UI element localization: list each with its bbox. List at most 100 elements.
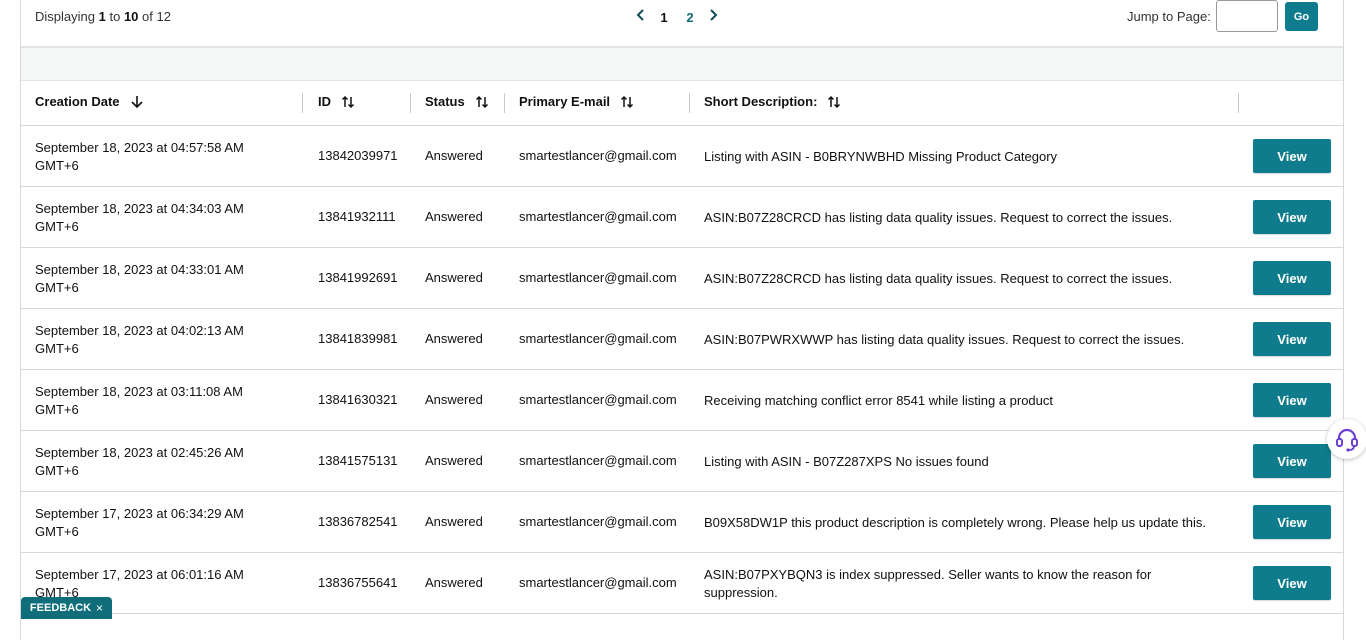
primary-email: smartestlancer@gmail.com [519,575,677,590]
page-nav: 1 2 [631,8,723,26]
page-2-link[interactable]: 2 [677,10,703,25]
primary-email: smartestlancer@gmail.com [519,453,677,468]
view-button[interactable]: View [1253,383,1331,417]
table-row: September 17, 2023 at 06:34:29 AM GMT+6 1… [21,492,1343,553]
sort-updown-icon [828,95,841,108]
creation-date-cell: September 17, 2023 at 06:34:29 AM GMT+6 [35,505,275,541]
column-separator [302,93,303,113]
primary-email: smartestlancer@gmail.com [519,392,677,407]
timezone: GMT+6 [35,341,79,356]
chevron-right-icon[interactable] [703,8,723,26]
table-row: September 18, 2023 at 02:45:26 AM GMT+6 1… [21,431,1343,492]
table-row: September 18, 2023 at 04:33:01 AM GMT+6 1… [21,248,1343,309]
displaying-to: 10 [123,9,139,24]
table-header: Creation Date ID Status Primary E-mail S… [21,81,1343,126]
displaying-total: 12 [156,9,171,24]
timezone: GMT+6 [35,524,79,539]
timezone: GMT+6 [35,463,79,478]
creation-date-cell: September 18, 2023 at 03:11:08 AM GMT+6 [35,383,275,419]
view-button[interactable]: View [1253,322,1331,356]
view-button[interactable]: View [1253,566,1331,600]
support-chat-button[interactable] [1327,419,1366,459]
case-status: Answered [425,209,483,224]
jump-to-page-label: Jump to Page: [1127,9,1211,24]
primary-email: smartestlancer@gmail.com [519,209,677,224]
primary-email: smartestlancer@gmail.com [519,270,677,285]
column-separator [504,93,505,113]
case-id: 13841932111 [318,209,396,224]
table-row: September 18, 2023 at 04:34:03 AM GMT+6 1… [21,187,1343,248]
sort-updown-icon [621,95,634,108]
displaying-prefix: Displaying [35,9,95,24]
short-description: ASIN:B07PWRXWWP has listing data quality… [704,332,1185,347]
creation-date: September 18, 2023 at 04:33:01 AM [35,262,244,277]
page-1-link[interactable]: 1 [651,10,677,25]
case-id: 13836755641 [318,575,398,590]
column-status[interactable]: Status [425,94,489,109]
case-id: 13841839981 [318,331,398,346]
headset-icon [1336,428,1358,452]
column-separator [1238,93,1239,113]
creation-date-cell: September 18, 2023 at 04:33:01 AM GMT+6 [35,261,275,297]
feedback-label: FEEDBACK [29,602,92,614]
column-short-description-label: Short Description: [704,94,818,109]
creation-date: September 18, 2023 at 04:02:13 AM [35,323,244,338]
short-description: ASIN:B07Z28CRCD has listing data quality… [704,271,1173,286]
view-button[interactable]: View [1253,261,1331,295]
displaying-from: 1 [98,9,106,24]
table-row: September 17, 2023 at 06:01:16 AM GMT+6 1… [21,553,1343,614]
chevron-left-icon[interactable] [631,8,651,26]
case-status: Answered [425,575,483,590]
short-description: Receiving matching conflict error 8541 w… [704,393,1054,408]
primary-email: smartestlancer@gmail.com [519,331,677,346]
short-description: Listing with ASIN - B0BRYNWBHD Missing P… [704,149,1058,164]
view-button[interactable]: View [1253,505,1331,539]
column-status-label: Status [425,94,465,109]
creation-date: September 18, 2023 at 02:45:26 AM [35,445,244,460]
column-separator [689,93,690,113]
case-id: 13841992691 [318,270,398,285]
creation-date: September 18, 2023 at 03:11:08 AM [35,384,243,399]
timezone: GMT+6 [35,158,79,173]
displaying-summary: Displaying 1 to 10 of 12 [35,9,171,24]
column-primary-email[interactable]: Primary E-mail [519,94,634,109]
table-row: September 18, 2023 at 03:11:08 AM GMT+6 1… [21,370,1343,431]
timezone: GMT+6 [35,280,79,295]
jump-to-page-input[interactable] [1216,0,1278,32]
creation-date: September 17, 2023 at 06:01:16 AM [35,567,244,582]
table-row: September 18, 2023 at 04:02:13 AM GMT+6 1… [21,309,1343,370]
pagination-bar: Displaying 1 to 10 of 12 1 2 Jump to Pag… [21,0,1343,48]
case-status: Answered [425,270,483,285]
timezone: GMT+6 [35,219,79,234]
case-status: Answered [425,453,483,468]
timezone: GMT+6 [35,402,79,417]
case-id: 13836782541 [318,514,398,529]
view-button[interactable]: View [1253,200,1331,234]
creation-date-cell: September 18, 2023 at 04:02:13 AM GMT+6 [35,322,275,358]
column-creation-date[interactable]: Creation Date [35,94,144,109]
displaying-to-word: to [109,9,121,24]
column-separator [410,93,411,113]
primary-email: smartestlancer@gmail.com [519,514,677,529]
column-primary-email-label: Primary E-mail [519,94,611,109]
case-id: 13841630321 [318,392,398,407]
creation-date: September 18, 2023 at 04:57:58 AM [35,140,244,155]
view-button[interactable]: View [1253,444,1331,478]
arrow-down-icon [130,95,143,108]
go-button[interactable]: Go [1285,2,1318,31]
column-short-description[interactable]: Short Description: [704,94,841,109]
view-button[interactable]: View [1253,139,1331,173]
column-id[interactable]: ID [318,94,355,109]
short-description: B09X58DW1P this product description is c… [704,515,1206,530]
feedback-tab[interactable]: FEEDBACK × [21,597,112,619]
creation-date: September 17, 2023 at 06:34:29 AM [35,506,244,521]
close-icon[interactable]: × [96,601,103,615]
column-creation-date-label: Creation Date [35,94,120,109]
case-id: 13842039971 [318,148,398,163]
case-log-panel: Displaying 1 to 10 of 12 1 2 Jump to Pag… [20,0,1344,640]
creation-date: September 18, 2023 at 04:34:03 AM [35,201,244,216]
filter-band [21,48,1343,81]
short-description: ASIN:B07PXYBQN3 is index suppressed. Sel… [704,567,1152,600]
case-status: Answered [425,148,483,163]
table-row: September 18, 2023 at 04:57:58 AM GMT+6 1… [21,126,1343,187]
